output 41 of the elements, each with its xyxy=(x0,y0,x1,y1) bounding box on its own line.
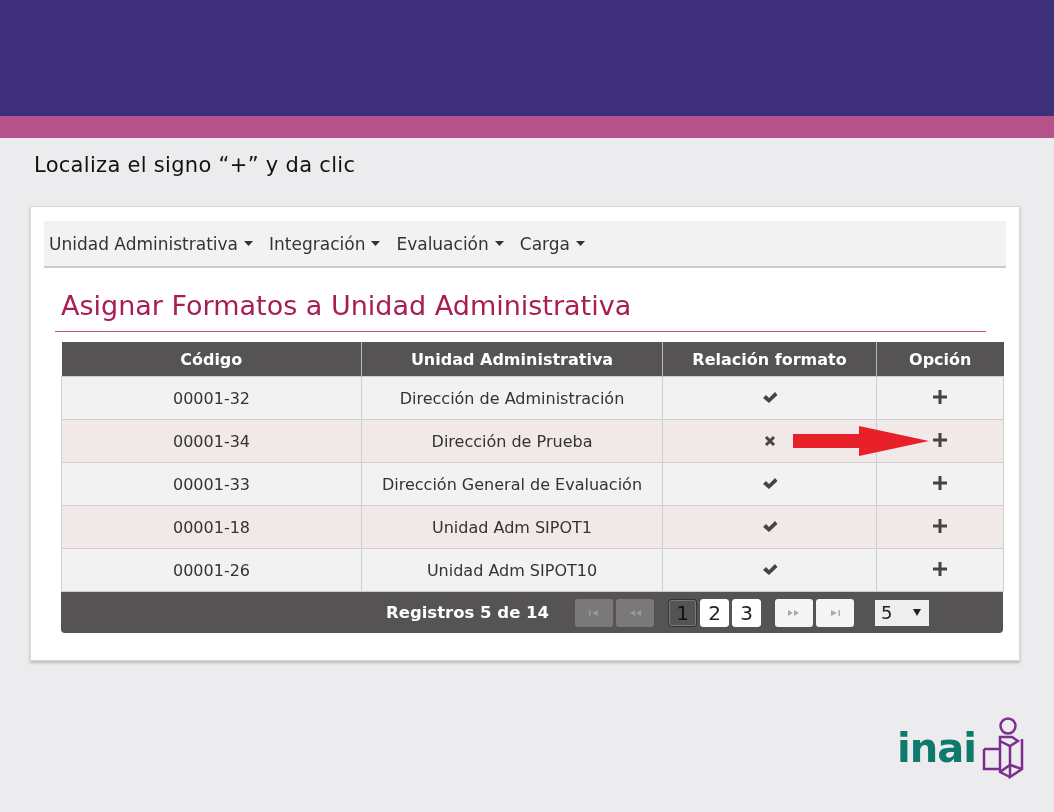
last-page-button[interactable] xyxy=(816,598,855,627)
menu-item[interactable]: Evaluación xyxy=(396,233,504,254)
code-text: 00001-32 xyxy=(173,388,250,408)
add-icon[interactable] xyxy=(933,518,947,533)
code-text: 00001-33 xyxy=(173,474,250,494)
instruction-text: Localiza el signo “+” y da clic xyxy=(34,153,356,177)
logo-icon xyxy=(982,717,1026,779)
menu-item[interactable]: Unidad Administrativa xyxy=(49,233,254,254)
unit-name: Dirección General de Evaluación xyxy=(381,474,643,494)
unit-name: Dirección de Prueba xyxy=(431,431,593,451)
page-size-select[interactable]: 5 xyxy=(875,599,930,626)
logo-text: inai xyxy=(897,725,976,771)
caret-icon xyxy=(494,241,504,246)
code-text: 00001-18 xyxy=(173,517,250,537)
unit-name: Unidad Adm SIPOT10 xyxy=(426,560,598,580)
column-header: Opción xyxy=(876,342,1004,377)
unit-name: Unidad Adm SIPOT1 xyxy=(431,517,593,537)
page-button[interactable]: 2 xyxy=(700,598,730,627)
double-arrow-icon xyxy=(628,608,643,617)
add-icon[interactable] xyxy=(933,389,947,404)
page-title: Asignar Formatos a Unidad Administrativa xyxy=(61,290,632,321)
caret-icon xyxy=(244,241,254,246)
skip-icon xyxy=(829,608,842,617)
column-header: Código xyxy=(61,342,362,377)
caret-icon xyxy=(576,241,585,246)
menu-item[interactable]: Carga xyxy=(519,233,585,254)
menu-item[interactable]: Integración xyxy=(269,233,381,254)
code-text: 00001-34 xyxy=(173,431,250,451)
skip-icon xyxy=(588,608,601,617)
next-page-button[interactable] xyxy=(775,598,814,627)
code-text: 00001-26 xyxy=(173,560,250,580)
unit-name: Dirección de Administración xyxy=(399,388,625,408)
add-icon[interactable] xyxy=(933,561,947,576)
add-icon[interactable] xyxy=(933,475,947,490)
page-button[interactable]: 3 xyxy=(732,598,762,627)
add-icon[interactable] xyxy=(933,432,947,447)
caret-icon xyxy=(371,241,381,246)
caret-icon xyxy=(913,609,922,616)
column-header: Unidad Administrativa xyxy=(361,342,663,377)
column-header: Relación formato xyxy=(662,342,877,377)
records-count: Registros 5 de 14 xyxy=(386,603,550,622)
